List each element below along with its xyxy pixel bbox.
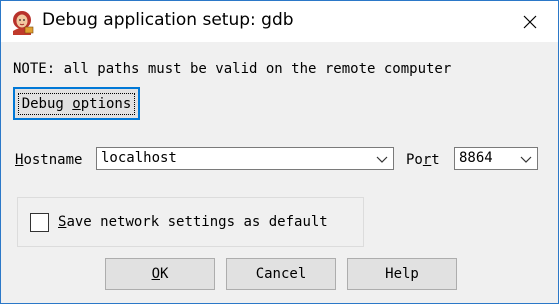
port-value[interactable]: 8864 — [459, 150, 493, 166]
gdb-app-icon — [13, 11, 34, 35]
note-text: NOTE: all paths must be valid on the rem… — [13, 61, 452, 77]
debug-options-label-prefix: Debug — [21, 95, 73, 112]
ok-hotkey: O — [151, 266, 160, 282]
debug-options-label: Debug options — [17, 92, 136, 115]
title-bar[interactable]: Debug application setup: gdb — [1, 1, 558, 42]
hostname-label-rest: ostname — [23, 152, 83, 168]
debug-options-hotkey: o — [72, 95, 81, 112]
close-icon — [523, 15, 537, 29]
ok-label-rest: K — [160, 266, 169, 282]
port-label-suffix: t — [431, 152, 440, 168]
window-title: Debug application setup: gdb — [42, 10, 294, 30]
hostname-value[interactable]: localhost — [101, 150, 177, 166]
hostname-combobox[interactable]: localhost — [96, 147, 394, 170]
debug-options-button[interactable]: Debug options — [13, 87, 140, 120]
hostname-label: Hostname — [15, 152, 82, 168]
ok-button[interactable]: OK — [105, 258, 215, 290]
save-default-label-rest: ave network settings as default — [66, 214, 328, 230]
port-label: Port — [406, 152, 440, 168]
cancel-button[interactable]: Cancel — [226, 258, 336, 290]
save-default-checkbox[interactable] — [30, 213, 49, 232]
ok-label: OK — [152, 266, 169, 282]
help-button[interactable]: Help — [347, 258, 457, 290]
help-label: Help — [385, 266, 419, 282]
dialog-window: Debug application setup: gdb NOTE: all p… — [0, 0, 559, 304]
port-combobox[interactable]: 8864 — [454, 147, 538, 170]
settings-group: Save network settings as default — [17, 197, 364, 247]
save-default-label[interactable]: Save network settings as default — [58, 214, 328, 230]
close-button[interactable] — [511, 7, 549, 37]
chevron-down-icon[interactable] — [520, 154, 532, 164]
debug-options-label-suffix: ptions — [80, 95, 132, 112]
port-label-prefix: Po — [406, 152, 423, 168]
cancel-label: Cancel — [255, 266, 307, 282]
chevron-down-icon[interactable] — [376, 154, 388, 164]
